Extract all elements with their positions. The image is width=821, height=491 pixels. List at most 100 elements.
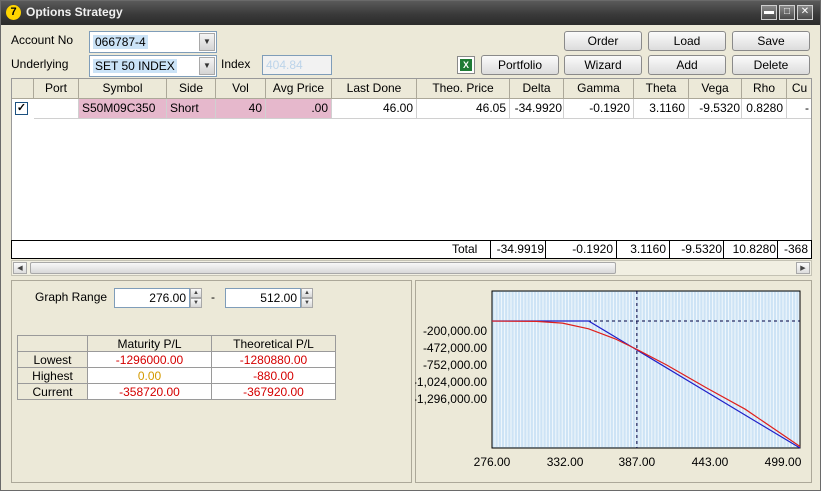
pl-table: Maturity P/L Theoretical P/L Lowest -129…	[17, 335, 336, 400]
spin-up-icon[interactable]: ▲	[190, 288, 202, 298]
graph-range-separator: -	[211, 290, 215, 304]
cell-side[interactable]: Short	[167, 99, 216, 119]
column-header-side[interactable]: Side	[167, 79, 216, 99]
column-header-rho[interactable]: Rho	[742, 79, 787, 99]
scroll-right-icon[interactable]: ▶	[796, 262, 810, 274]
graph-range-from-input[interactable]: 276.00	[114, 288, 190, 308]
column-header-symbol[interactable]: Symbol	[79, 79, 167, 99]
account-label: Account No	[11, 33, 74, 47]
window-title: Options Strategy	[26, 5, 123, 19]
column-header-vol[interactable]: Vol	[216, 79, 266, 99]
underlying-select[interactable]: SET 50 INDEX ▼	[89, 55, 217, 77]
export-excel-button[interactable]: X	[457, 56, 475, 74]
horizontal-scrollbar[interactable]: ◀ ▶	[11, 260, 812, 276]
underlying-value: SET 50 INDEX	[93, 59, 177, 73]
graph-range-from-value: 276.00	[149, 291, 186, 305]
total-vega: -9.5320	[669, 241, 723, 258]
total-rho: 10.8280	[723, 241, 777, 258]
cell-rho: 0.8280	[742, 99, 787, 119]
account-value: 066787-4	[93, 35, 148, 49]
pl-theoretical-current: -367920.00	[211, 383, 336, 400]
x-tick-label: 387.00	[619, 455, 656, 469]
cell-vega: -9.5320	[689, 99, 742, 119]
row-checkbox[interactable]: ✓	[15, 102, 28, 115]
account-select[interactable]: 066787-4 ▼	[89, 31, 217, 53]
pl-theoretical-highest: -880.00	[211, 367, 336, 384]
y-tick-label: -472,000.00	[423, 341, 487, 355]
total-theta: 3.1160	[616, 241, 669, 258]
index-value: 404.84	[266, 58, 303, 72]
pl-maturity-lowest: -1296000.00	[87, 351, 212, 368]
x-tick-label: 332.00	[547, 455, 584, 469]
index-label: Index	[221, 57, 251, 71]
scroll-left-icon[interactable]: ◀	[13, 262, 27, 274]
spin-down-icon[interactable]: ▼	[190, 298, 202, 308]
total-cu: -368	[777, 241, 811, 258]
y-tick-label: -752,000.00	[423, 358, 487, 372]
x-tick-label: 276.00	[474, 455, 511, 469]
chevron-down-icon[interactable]: ▼	[199, 57, 215, 75]
order-button[interactable]: Order	[564, 31, 642, 51]
column-header-theta[interactable]: Theta	[634, 79, 689, 99]
column-header-gamma[interactable]: Gamma	[564, 79, 634, 99]
totals-label: Total	[452, 242, 478, 256]
close-button[interactable]: ✕	[797, 5, 813, 20]
scrollbar-thumb[interactable]	[30, 262, 616, 274]
cell-last-done: 46.00	[332, 99, 417, 119]
x-tick-label: 499.00	[765, 455, 802, 469]
column-header-last-done[interactable]: Last Done	[332, 79, 417, 99]
load-button[interactable]: Load	[648, 31, 726, 51]
cell-avg-price[interactable]: .00	[266, 99, 332, 119]
column-header-delta[interactable]: Delta	[510, 79, 564, 99]
column-header-cu[interactable]: Cu	[787, 79, 811, 99]
column-header-vega[interactable]: Vega	[689, 79, 742, 99]
pl-row-lowest: Lowest -1296000.00 -1280880.00	[17, 351, 336, 368]
pl-row-label: Lowest	[17, 351, 88, 368]
pl-row-current: Current -358720.00 -367920.00	[17, 383, 336, 400]
add-button[interactable]: Add	[648, 55, 726, 75]
pl-header-maturity: Maturity P/L	[87, 335, 212, 352]
totals-row: Total -34.9919 -0.1920 3.1160 -9.5320 10…	[11, 240, 812, 259]
cell-gamma: -0.1920	[564, 99, 634, 119]
minimize-button[interactable]: ▬	[761, 5, 777, 20]
cell-port[interactable]	[34, 99, 79, 119]
pl-row-label: Highest	[17, 367, 88, 384]
app-logo-icon: 7	[6, 5, 21, 20]
x-tick-label: 443.00	[692, 455, 729, 469]
cell-theo-price: 46.05	[417, 99, 510, 119]
options-strategy-window: 7 Options Strategy ▬ □ ✕ Account No 0667…	[0, 0, 821, 491]
spin-down-icon[interactable]: ▼	[301, 298, 313, 308]
title-bar[interactable]: 7 Options Strategy ▬ □ ✕	[1, 1, 820, 25]
spin-up-icon[interactable]: ▲	[301, 288, 313, 298]
pl-row-label: Current	[17, 383, 88, 400]
cell-vol[interactable]: 40	[216, 99, 266, 119]
graph-range-to-input[interactable]: 512.00	[225, 288, 301, 308]
cell-cu: -	[787, 99, 811, 119]
pl-table-corner	[17, 335, 88, 352]
maximize-button[interactable]: □	[779, 5, 795, 20]
chevron-down-icon[interactable]: ▼	[199, 33, 215, 51]
save-button[interactable]: Save	[732, 31, 810, 51]
y-tick-label: -1,024,000.00	[415, 375, 487, 389]
pl-maturity-current: -358720.00	[87, 383, 212, 400]
graph-range-to-stepper[interactable]: ▲ ▼	[301, 288, 313, 308]
underlying-label: Underlying	[11, 57, 69, 71]
graph-range-label: Graph Range	[35, 290, 108, 304]
y-tick-label: -1,296,000.00	[415, 392, 487, 406]
delete-button[interactable]: Delete	[732, 55, 810, 75]
select-column-header	[12, 79, 34, 99]
positions-grid: Port Symbol Side Vol Avg Price Last Done…	[11, 78, 812, 241]
pl-header-theoretical: Theoretical P/L	[211, 335, 336, 352]
cell-theta: 3.1160	[634, 99, 689, 119]
column-header-avg-price[interactable]: Avg Price	[266, 79, 332, 99]
pl-maturity-highest: 0.00	[87, 367, 212, 384]
pl-chart[interactable]: -200,000.00 -472,000.00 -752,000.00 -1,024,…	[415, 281, 812, 482]
cell-symbol[interactable]: S50M09C350	[79, 99, 167, 119]
pl-row-highest: Highest 0.00 -880.00	[17, 367, 336, 384]
portfolio-button[interactable]: Portfolio	[481, 55, 559, 75]
column-header-theo-price[interactable]: Theo. Price	[417, 79, 510, 99]
wizard-button[interactable]: Wizard	[564, 55, 642, 75]
column-header-port[interactable]: Port	[34, 79, 79, 99]
index-field: 404.84	[262, 55, 332, 75]
graph-range-from-stepper[interactable]: ▲ ▼	[190, 288, 202, 308]
